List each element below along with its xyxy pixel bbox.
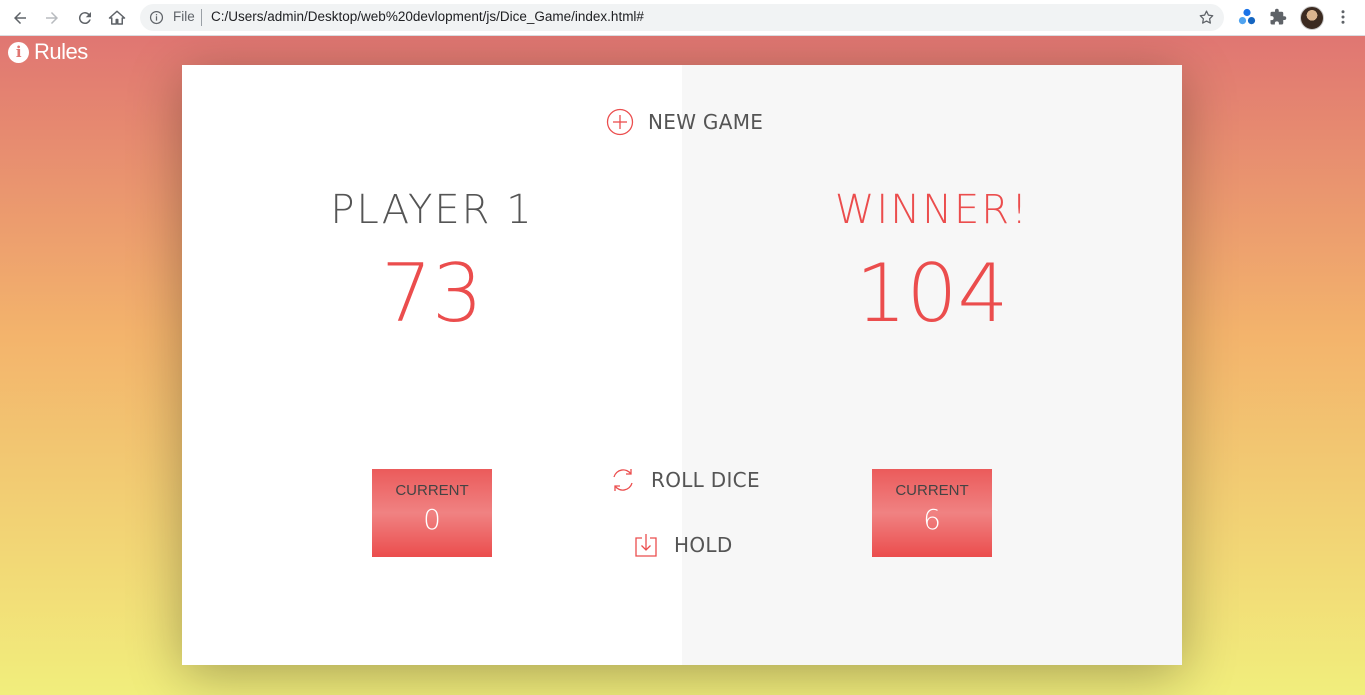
extension-logo-icon xyxy=(1238,8,1256,25)
player-2-panel: WINNER! 104 CURRENT 6 xyxy=(682,65,1182,665)
omnibox-divider xyxy=(201,9,202,26)
info-icon: i xyxy=(8,41,29,63)
rules-label: Rules xyxy=(34,39,88,64)
player-2-current-box: CURRENT 6 xyxy=(872,469,992,557)
extensions-menu-button[interactable] xyxy=(1268,7,1288,27)
new-game-label: NEW GAME xyxy=(648,110,764,134)
bookmark-star-icon[interactable] xyxy=(1198,9,1215,26)
browser-menu-button[interactable] xyxy=(1333,7,1353,27)
player-1-score: 73 xyxy=(381,247,483,340)
player-2-name: WINNER! xyxy=(834,187,1030,233)
more-vert-icon xyxy=(1341,10,1345,24)
hold-button[interactable]: HOLD xyxy=(632,531,733,559)
file-scheme-label: File xyxy=(173,9,195,24)
back-button[interactable] xyxy=(8,6,32,30)
info-icon[interactable] xyxy=(149,10,164,25)
player-1-current-label: CURRENT xyxy=(395,482,469,499)
player-2-score: 104 xyxy=(855,247,1009,340)
roll-dice-button[interactable]: ROLL DICE xyxy=(609,466,760,494)
player-2-current-score: 6 xyxy=(923,503,941,536)
refresh-icon xyxy=(613,469,633,491)
arrow-left-icon xyxy=(14,12,26,24)
reload-icon xyxy=(78,12,91,25)
extension-button[interactable] xyxy=(1237,7,1257,27)
add-circle-icon xyxy=(606,108,634,136)
arrow-right-icon xyxy=(46,12,58,24)
hold-label: HOLD xyxy=(674,533,733,557)
download-icon xyxy=(635,534,657,557)
game-board: PLAYER 1 73 CURRENT 0 WINNER! 104 CURREN… xyxy=(182,65,1182,665)
player-1-current-score: 0 xyxy=(423,503,441,536)
profile-avatar[interactable] xyxy=(1300,6,1324,30)
url-text[interactable]: C:/Users/admin/Desktop/web%20devlopment/… xyxy=(211,9,644,24)
rules-link[interactable]: i Rules xyxy=(8,39,88,65)
new-game-button[interactable]: NEW GAME xyxy=(606,108,763,136)
player-1-panel: PLAYER 1 73 CURRENT 0 xyxy=(182,65,682,665)
player-1-current-box: CURRENT 0 xyxy=(372,469,492,557)
address-bar[interactable]: File C:/Users/admin/Desktop/web%20devlop… xyxy=(140,4,1224,31)
home-button[interactable] xyxy=(105,6,129,30)
player-2-current-label: CURRENT xyxy=(895,482,969,499)
browser-toolbar: File C:/Users/admin/Desktop/web%20devlop… xyxy=(0,0,1365,36)
player-1-name: PLAYER 1 xyxy=(330,187,534,233)
reload-button[interactable] xyxy=(73,6,97,30)
page-viewport: i Rules PLAYER 1 73 CURRENT 0 WINNER! 10… xyxy=(0,36,1365,695)
puzzle-icon xyxy=(1270,8,1287,25)
forward-button[interactable] xyxy=(40,6,64,30)
home-icon xyxy=(108,10,126,25)
roll-dice-label: ROLL DICE xyxy=(651,468,760,492)
